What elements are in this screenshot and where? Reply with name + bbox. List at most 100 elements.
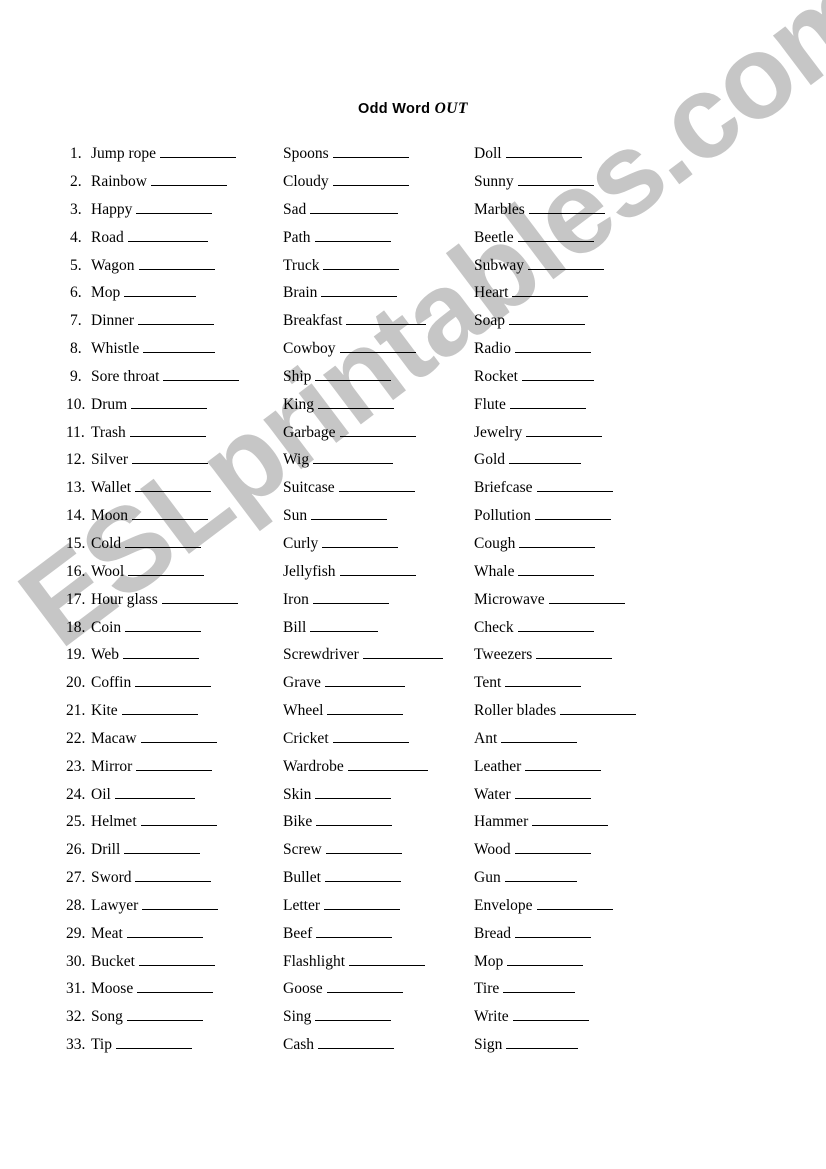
answer-blank[interactable] bbox=[503, 979, 576, 994]
answer-blank[interactable] bbox=[126, 924, 203, 938]
answer-blank[interactable] bbox=[143, 339, 216, 354]
answer-blank[interactable] bbox=[138, 255, 215, 270]
answer-blank[interactable] bbox=[339, 339, 416, 354]
answer-blank[interactable] bbox=[509, 311, 585, 326]
answer-blank[interactable] bbox=[114, 784, 195, 799]
answer-blank[interactable] bbox=[136, 757, 213, 771]
answer-blank[interactable] bbox=[135, 673, 212, 688]
answer-blank[interactable] bbox=[131, 395, 208, 409]
answer-blank[interactable] bbox=[324, 673, 405, 688]
answer-blank[interactable] bbox=[501, 729, 578, 743]
answer-blank[interactable] bbox=[548, 590, 625, 604]
answer-blank[interactable] bbox=[140, 812, 217, 827]
answer-blank[interactable] bbox=[509, 450, 581, 465]
answer-blank[interactable] bbox=[123, 645, 200, 660]
answer-blank[interactable] bbox=[135, 478, 212, 493]
answer-blank[interactable] bbox=[163, 367, 240, 381]
answer-blank[interactable] bbox=[142, 896, 219, 910]
answer-blank[interactable] bbox=[521, 367, 594, 381]
answer-blank[interactable] bbox=[315, 784, 392, 799]
answer-blank[interactable] bbox=[129, 422, 206, 437]
answer-blank[interactable] bbox=[527, 255, 604, 270]
answer-blank[interactable] bbox=[532, 812, 609, 827]
answer-blank[interactable] bbox=[325, 840, 402, 855]
answer-blank[interactable] bbox=[312, 590, 389, 604]
word-list-item: Bread bbox=[474, 924, 674, 952]
answer-blank[interactable] bbox=[536, 645, 613, 660]
answer-blank[interactable] bbox=[347, 757, 428, 771]
answer-blank[interactable] bbox=[318, 1035, 394, 1050]
answer-blank[interactable] bbox=[324, 868, 401, 883]
answer-blank[interactable] bbox=[316, 812, 393, 827]
answer-blank[interactable] bbox=[125, 534, 202, 548]
answer-blank[interactable] bbox=[507, 951, 584, 966]
answer-blank[interactable] bbox=[136, 200, 213, 214]
answer-blank[interactable] bbox=[506, 1035, 579, 1050]
answer-blank[interactable] bbox=[321, 283, 398, 298]
answer-blank[interactable] bbox=[115, 1035, 192, 1050]
answer-blank[interactable] bbox=[517, 228, 594, 242]
answer-blank[interactable] bbox=[124, 283, 197, 298]
answer-blank[interactable] bbox=[346, 311, 427, 326]
answer-blank[interactable] bbox=[324, 896, 401, 910]
answer-blank[interactable] bbox=[505, 673, 582, 688]
answer-blank[interactable] bbox=[315, 367, 392, 381]
answer-blank[interactable] bbox=[318, 395, 394, 409]
answer-blank[interactable] bbox=[327, 701, 404, 716]
answer-blank[interactable] bbox=[515, 924, 592, 938]
answer-blank[interactable] bbox=[150, 172, 227, 187]
answer-blank[interactable] bbox=[132, 450, 209, 465]
answer-blank[interactable] bbox=[515, 339, 592, 354]
answer-blank[interactable] bbox=[514, 784, 591, 799]
answer-blank[interactable] bbox=[311, 506, 388, 521]
answer-blank[interactable] bbox=[362, 645, 443, 660]
answer-blank[interactable] bbox=[525, 757, 602, 771]
answer-blank[interactable] bbox=[332, 729, 409, 743]
answer-blank[interactable] bbox=[160, 144, 237, 159]
answer-blank[interactable] bbox=[349, 951, 426, 966]
answer-blank[interactable] bbox=[124, 840, 201, 855]
answer-blank[interactable] bbox=[536, 478, 613, 493]
answer-blank[interactable] bbox=[140, 729, 217, 743]
answer-blank[interactable] bbox=[316, 924, 393, 938]
answer-blank[interactable] bbox=[315, 1007, 392, 1022]
answer-blank[interactable] bbox=[534, 506, 611, 521]
answer-blank[interactable] bbox=[518, 562, 595, 576]
answer-blank[interactable] bbox=[528, 200, 605, 214]
answer-blank[interactable] bbox=[560, 701, 637, 716]
answer-blank[interactable] bbox=[332, 144, 409, 159]
answer-blank[interactable] bbox=[323, 255, 400, 270]
answer-blank[interactable] bbox=[509, 395, 586, 409]
answer-blank[interactable] bbox=[121, 701, 198, 716]
answer-blank[interactable] bbox=[517, 617, 594, 632]
answer-blank[interactable] bbox=[526, 422, 603, 437]
answer-blank[interactable] bbox=[310, 617, 379, 632]
answer-blank[interactable] bbox=[138, 951, 215, 966]
answer-blank[interactable] bbox=[127, 228, 208, 242]
answer-blank[interactable] bbox=[512, 1007, 589, 1022]
answer-blank[interactable] bbox=[332, 172, 409, 187]
answer-blank[interactable] bbox=[505, 144, 582, 159]
answer-blank[interactable] bbox=[504, 868, 577, 883]
answer-blank[interactable] bbox=[161, 590, 238, 604]
answer-blank[interactable] bbox=[326, 979, 403, 994]
answer-blank[interactable] bbox=[135, 868, 212, 883]
answer-blank[interactable] bbox=[125, 617, 202, 632]
answer-blank[interactable] bbox=[517, 172, 594, 187]
answer-blank[interactable] bbox=[339, 562, 416, 576]
answer-blank[interactable] bbox=[137, 979, 214, 994]
answer-blank[interactable] bbox=[322, 534, 399, 548]
answer-blank[interactable] bbox=[339, 422, 416, 437]
answer-blank[interactable] bbox=[313, 450, 394, 465]
answer-blank[interactable] bbox=[126, 1007, 203, 1022]
answer-blank[interactable] bbox=[536, 896, 613, 910]
answer-blank[interactable] bbox=[338, 478, 415, 493]
answer-blank[interactable] bbox=[132, 506, 209, 521]
answer-blank[interactable] bbox=[314, 228, 391, 242]
answer-blank[interactable] bbox=[512, 283, 589, 298]
answer-blank[interactable] bbox=[310, 200, 399, 214]
answer-blank[interactable] bbox=[128, 562, 205, 576]
answer-blank[interactable] bbox=[514, 840, 591, 855]
answer-blank[interactable] bbox=[519, 534, 596, 548]
answer-blank[interactable] bbox=[138, 311, 215, 326]
